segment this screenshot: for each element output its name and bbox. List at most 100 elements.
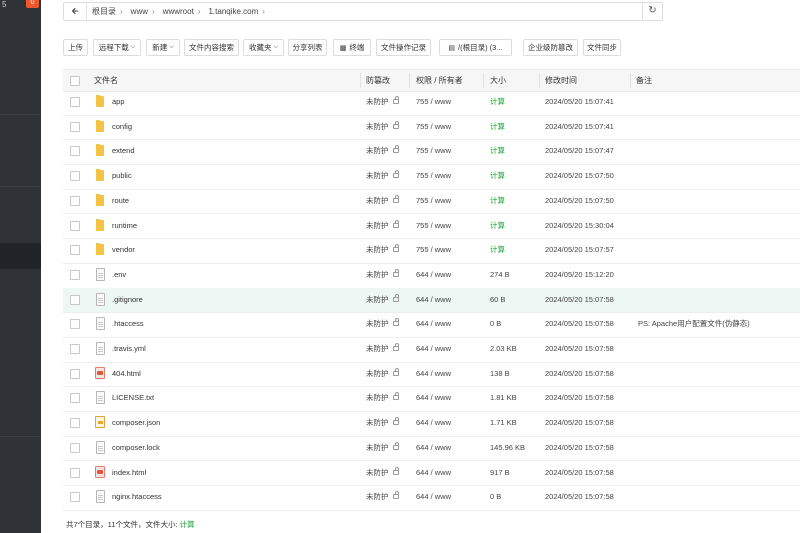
protect-status[interactable]: 未防护 xyxy=(366,436,389,460)
upload-button[interactable]: 上传 xyxy=(63,39,88,56)
new-button[interactable]: 新建 ⌵ xyxy=(146,39,180,56)
terminal-button[interactable]: ▩ 终端 xyxy=(333,39,371,56)
permission[interactable]: 644 / www xyxy=(416,288,451,312)
table-row[interactable]: vendor 未防护 755 / www 计算 2024/05/20 15:07:57 xyxy=(63,238,800,264)
notification-badge[interactable]: 0 xyxy=(26,0,39,8)
lock-icon[interactable] xyxy=(393,194,399,203)
permission[interactable]: 644 / www xyxy=(416,411,451,435)
breadcrumb-label[interactable]: 1.tanqike.com xyxy=(203,7,262,16)
protect-status[interactable]: 未防护 xyxy=(366,461,389,485)
file-name[interactable]: composer.lock xyxy=(112,436,160,460)
table-row[interactable]: index.html 未防护 644 / www 917 B 2024/05/20 15… xyxy=(63,461,800,487)
row-checkbox[interactable] xyxy=(70,195,80,206)
lock-icon[interactable] xyxy=(393,244,399,253)
lock-icon[interactable] xyxy=(393,318,399,327)
header-size[interactable]: 大小 xyxy=(490,70,506,91)
protect-status[interactable]: 未防护 xyxy=(366,312,389,336)
protect-status[interactable]: 未防护 xyxy=(366,362,389,386)
file-name[interactable]: .travis.yml xyxy=(112,337,146,361)
file-size[interactable]: 计算 xyxy=(490,115,505,139)
row-checkbox[interactable] xyxy=(70,269,80,280)
permission[interactable]: 644 / www xyxy=(416,362,451,386)
table-row[interactable]: composer.lock 未防护 644 / www 145.96 KB 2024/0… xyxy=(63,436,800,462)
protect-status[interactable]: 未防护 xyxy=(366,485,389,509)
protect-status[interactable]: 未防护 xyxy=(366,189,389,213)
refresh-icon[interactable]: ↻ xyxy=(642,2,662,19)
table-row[interactable]: app 未防护 755 / www 计算 2024/05/20 15:07:41 xyxy=(63,90,800,116)
lock-icon[interactable] xyxy=(393,392,399,401)
content-search-button[interactable]: 文件内容搜索 xyxy=(184,39,239,56)
table-row[interactable]: composer.json 未防护 644 / www 1.71 KB 2024/05/… xyxy=(63,411,800,437)
disk-button[interactable]: ▤/(根目录) (3... xyxy=(439,39,512,56)
lock-icon[interactable] xyxy=(393,367,399,376)
file-name[interactable]: config xyxy=(112,115,132,139)
file-name[interactable]: nginx.htaccess xyxy=(112,485,162,509)
file-size[interactable]: 计算 xyxy=(490,164,505,188)
protect-status[interactable]: 未防护 xyxy=(366,90,389,114)
header-perm[interactable]: 权限 / 所有者 xyxy=(416,70,463,91)
header-protect[interactable]: 防篡改 xyxy=(366,70,390,91)
row-checkbox[interactable] xyxy=(70,467,80,478)
permission[interactable]: 755 / www xyxy=(416,189,451,213)
select-all-checkbox[interactable] xyxy=(70,76,80,86)
row-checkbox[interactable] xyxy=(70,294,80,305)
lock-icon[interactable] xyxy=(393,343,399,351)
permission[interactable]: 644 / www xyxy=(416,263,451,287)
lock-icon[interactable] xyxy=(393,96,399,104)
protect-status[interactable]: 未防护 xyxy=(366,139,389,163)
tamper-proof-button[interactable]: 企业级防篡改 xyxy=(523,39,578,56)
breadcrumb-item[interactable]: wwwroot › xyxy=(158,7,204,16)
row-checkbox[interactable] xyxy=(70,492,80,503)
permission[interactable]: 644 / www xyxy=(416,386,451,410)
file-sync-button[interactable]: 文件同步 xyxy=(583,39,621,56)
row-checkbox[interactable] xyxy=(70,171,80,182)
file-size[interactable]: 计算 xyxy=(490,214,505,238)
file-size[interactable]: 计算 xyxy=(490,139,505,163)
remote-download-button[interactable]: 远程下载 ⌵ xyxy=(93,39,141,56)
file-name[interactable]: composer.json xyxy=(112,411,160,435)
sidebar-item-files[interactable] xyxy=(0,243,41,269)
row-checkbox[interactable] xyxy=(70,393,80,404)
table-row[interactable]: .htaccess 未防护 644 / www 0 B 2024/05/20 15:07… xyxy=(63,312,800,338)
lock-icon[interactable] xyxy=(393,466,399,475)
permission[interactable]: 644 / www xyxy=(416,436,451,460)
operation-log-button[interactable]: 文件操作记录 xyxy=(376,39,431,56)
file-name[interactable]: vendor xyxy=(112,238,135,262)
row-checkbox[interactable] xyxy=(70,245,80,256)
file-size[interactable]: 计算 xyxy=(490,238,505,262)
breadcrumb-item[interactable]: www › xyxy=(126,7,158,16)
permission[interactable]: 644 / www xyxy=(416,337,451,361)
lock-icon[interactable] xyxy=(393,417,399,426)
permission[interactable]: 755 / www xyxy=(416,214,451,238)
file-name[interactable]: 404.html xyxy=(112,362,141,386)
file-name[interactable]: extend xyxy=(112,139,135,163)
file-name[interactable]: runtime xyxy=(112,214,137,238)
file-size[interactable]: 计算 xyxy=(490,90,505,114)
lock-icon[interactable] xyxy=(393,219,399,228)
permission[interactable]: 644 / www xyxy=(416,485,451,509)
lock-icon[interactable] xyxy=(393,120,399,129)
row-checkbox[interactable] xyxy=(70,97,80,107)
favorites-button[interactable]: 收藏夹 ⌵ xyxy=(243,39,284,56)
table-row[interactable]: LICENSE.txt 未防护 644 / www 1.81 KB 2024/05/20… xyxy=(63,386,800,413)
file-name[interactable]: public xyxy=(112,164,132,188)
lock-icon[interactable] xyxy=(393,441,399,450)
table-row[interactable]: 404.html 未防护 644 / www 138 B 2024/05/20 15:0… xyxy=(63,362,800,388)
permission[interactable]: 755 / www xyxy=(416,90,451,114)
lock-icon[interactable] xyxy=(393,145,399,154)
table-row[interactable]: config 未防护 755 / www 计算 2024/05/20 15:07:41 xyxy=(63,115,800,141)
lock-icon[interactable] xyxy=(393,268,399,277)
permission[interactable]: 755 / www xyxy=(416,164,451,188)
share-list-button[interactable]: 分享列表 xyxy=(288,39,327,56)
breadcrumb-item[interactable]: 1.tanqike.com › xyxy=(203,7,267,16)
protect-status[interactable]: 未防护 xyxy=(366,337,389,361)
protect-status[interactable]: 未防护 xyxy=(366,263,389,287)
file-name[interactable]: .gitignore xyxy=(112,288,143,312)
permission[interactable]: 755 / www xyxy=(416,115,451,139)
file-name[interactable]: .htaccess xyxy=(112,312,144,336)
header-mtime[interactable]: 修改时间 xyxy=(545,70,577,91)
breadcrumb-label[interactable]: wwwroot xyxy=(158,7,198,16)
table-row[interactable]: .gitignore 未防护 644 / www 60 B 2024/05/20 15:… xyxy=(63,287,800,314)
header-name[interactable]: 文件名 xyxy=(94,70,118,91)
protect-status[interactable]: 未防护 xyxy=(366,214,389,238)
